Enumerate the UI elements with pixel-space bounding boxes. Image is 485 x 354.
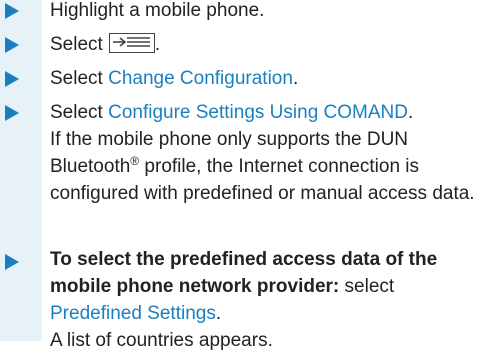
step-2-prefix: Select: [50, 34, 103, 55]
predefined-settings-link[interactable]: Predefined Settings: [50, 303, 216, 324]
step-select-menu: Select.: [0, 31, 485, 68]
step-bar: [0, 102, 42, 234]
step-arrow-icon: [5, 105, 19, 121]
step-arrow-icon: [5, 37, 19, 53]
step-4-prefix: Select: [50, 102, 109, 123]
step-4-suffix: .: [407, 102, 414, 123]
step-3-suffix: .: [292, 68, 299, 89]
step-arrow-icon: [5, 254, 19, 270]
step-text: To select the predefined access data of …: [50, 246, 481, 354]
step-2-suffix: .: [154, 34, 161, 55]
step-text: Select Configure Settings Using COMAND. …: [50, 99, 481, 207]
step-arrow-icon: [5, 3, 19, 19]
step-5-instruction: To select the predefined access data of …: [50, 246, 481, 327]
step-text: Select.: [50, 31, 481, 58]
change-configuration-link[interactable]: Change Configuration: [108, 68, 293, 89]
step-4-note: If the mobile phone only supports the DU…: [50, 126, 481, 207]
step-text: Select Change Configuration.: [50, 65, 481, 92]
step-3-prefix: Select: [50, 68, 109, 89]
step-arrow-icon: [5, 71, 19, 87]
step-4-instruction: Select Configure Settings Using COMAND.: [50, 99, 481, 126]
instruction-page: Highlight a mobile phone. Select. Select…: [0, 0, 485, 351]
step-predefined-settings: To select the predefined access data of …: [0, 234, 485, 351]
step-bar: [0, 234, 42, 341]
configure-settings-link[interactable]: Configure Settings Using COMAND: [108, 102, 408, 123]
step-1-text: Highlight a mobile phone.: [50, 0, 265, 21]
step-5-text: select: [339, 276, 395, 297]
step-highlight-phone: Highlight a mobile phone.: [0, 0, 485, 34]
step-change-configuration: Select Change Configuration.: [0, 68, 485, 102]
step-text: Highlight a mobile phone.: [50, 0, 481, 24]
step-5-suffix: .: [215, 303, 222, 324]
registered-mark: ®: [130, 154, 140, 168]
menu-icon: [108, 33, 155, 53]
step-configure-settings: Select Configure Settings Using COMAND. …: [0, 102, 485, 234]
